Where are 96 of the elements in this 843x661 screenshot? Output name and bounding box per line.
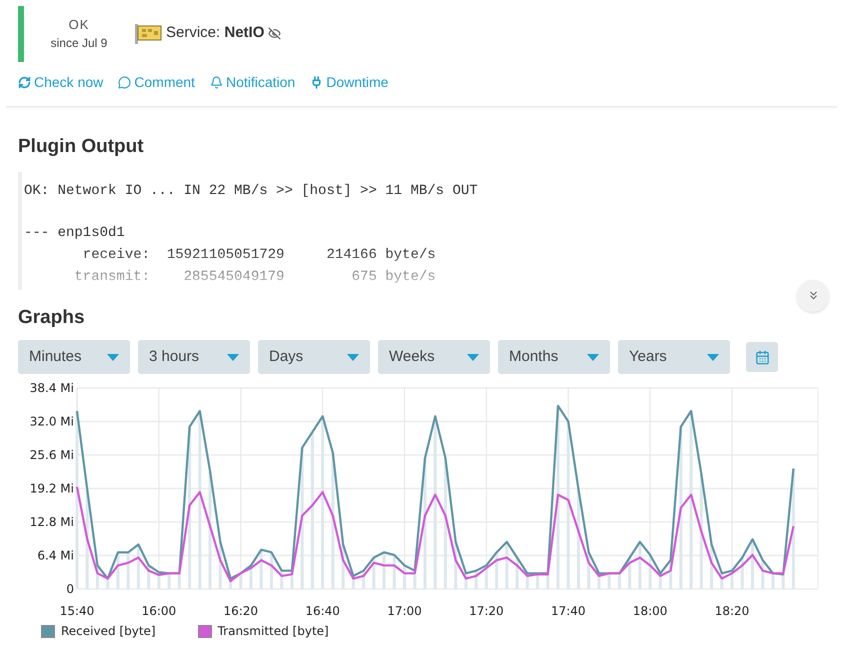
refresh-icon	[18, 76, 31, 88]
output-details: --- enp1s0d1 receive: 15921105051729 214166 byte/s transmit: 285545049179 675 byte/s	[24, 224, 437, 286]
chart-bar	[372, 558, 376, 589]
chart-bar	[157, 572, 160, 589]
x-tick-label: 15:40	[60, 604, 94, 618]
chart-bar	[740, 558, 744, 589]
y-tick-label: 32.0 Mi	[30, 414, 74, 428]
chart-bar	[147, 565, 150, 589]
chart-bar	[710, 544, 714, 589]
chart-bar	[239, 573, 242, 589]
range-dropdown[interactable]: Days	[258, 340, 370, 374]
caret-icon	[707, 354, 719, 360]
x-tick-label: 16:40	[305, 604, 340, 618]
x-tick-label: 17:40	[550, 604, 586, 618]
y-tick-label: 0	[66, 582, 74, 596]
chart-bar	[126, 552, 130, 589]
y-tick-label: 6.4 Mi	[37, 548, 74, 562]
chart-bar	[260, 550, 263, 589]
chart-bar	[96, 565, 99, 589]
range-dropdown[interactable]: Minutes	[18, 340, 130, 374]
chart-bar	[608, 573, 611, 589]
section-heading: Plugin Output	[18, 135, 145, 159]
chart-bar	[342, 544, 345, 589]
chart-bar	[218, 542, 222, 589]
range-dropdown[interactable]: 3 hours	[138, 340, 250, 374]
chart-bar	[290, 570, 294, 589]
legend-label: Received [byte]	[61, 623, 156, 640]
chart-bar	[392, 554, 396, 589]
caret-icon	[587, 354, 599, 360]
x-tick-label: 16:20	[223, 604, 258, 618]
chart-bar	[536, 573, 540, 589]
section-heading: Graphs	[18, 306, 86, 330]
caret-icon	[347, 354, 359, 360]
chart-bar	[495, 552, 498, 589]
chart-bar	[178, 573, 181, 589]
chart-bar	[464, 573, 468, 589]
service-title: Service: NetIO	[166, 23, 264, 44]
chart-bar	[106, 578, 110, 589]
x-tick-label: 18:00	[632, 604, 668, 618]
chart-bar	[751, 539, 754, 589]
chart-bar	[270, 552, 273, 589]
chart-bar	[761, 560, 764, 589]
speech-bubble-icon	[118, 76, 132, 88]
chart-bar	[168, 573, 171, 589]
x-tick-label: 17:20	[469, 604, 504, 618]
caret-icon	[467, 354, 479, 360]
chart-bar	[648, 554, 652, 589]
chart-bar	[597, 573, 600, 589]
chart-bar	[516, 558, 519, 589]
chart-bar	[720, 573, 724, 589]
status-label: OK	[68, 16, 90, 34]
x-tick-label: 16:00	[142, 604, 176, 618]
caret-icon	[107, 354, 119, 360]
chart-bar	[505, 542, 508, 589]
calendar-button[interactable]	[746, 342, 778, 372]
chart-bar	[782, 574, 785, 589]
chart-bar	[669, 560, 672, 589]
chart-bar	[658, 573, 662, 589]
chart-bar	[362, 570, 366, 589]
x-tick-label: 18:20	[714, 604, 750, 618]
chart-bar	[618, 573, 621, 589]
eye-slash-icon	[268, 27, 282, 40]
chart-bar	[454, 542, 458, 589]
chart-bar	[403, 565, 406, 589]
chart-bar	[638, 542, 642, 589]
chart-bar	[628, 558, 632, 589]
network-card-icon	[134, 22, 162, 44]
y-tick-label: 38.4 Mi	[30, 381, 74, 395]
chart-bar	[484, 565, 488, 589]
output-summary: OK: Network IO ... IN 22 MB/s >> [host] >> 11 MB/s OUT	[24, 182, 479, 200]
chart-bar	[474, 570, 478, 589]
chart-bar	[280, 570, 284, 589]
plug-icon	[310, 76, 324, 88]
chart-bar	[116, 552, 120, 589]
x-tick-label: 17:00	[387, 604, 422, 618]
expand-button[interactable]	[797, 280, 829, 312]
chart-bar	[730, 570, 734, 589]
chart-bar	[136, 544, 140, 589]
y-tick-label: 19.2 Mi	[30, 482, 74, 496]
legend-label: Transmitted [byte]	[218, 623, 329, 640]
chart-bar	[352, 576, 355, 589]
bell-icon	[210, 76, 223, 88]
range-dropdown[interactable]: Years	[618, 340, 730, 374]
chart-bar	[382, 552, 386, 589]
y-tick-label: 25.6 Mi	[30, 448, 74, 462]
caret-icon	[227, 354, 239, 360]
chart-bar	[229, 578, 232, 589]
y-tick-label: 12.8 Mi	[30, 515, 74, 529]
chart-bar	[413, 570, 416, 589]
chart-bar	[546, 573, 550, 589]
chart-bar	[587, 552, 590, 589]
calendar-icon	[754, 350, 770, 364]
status-since: since Jul 9	[50, 35, 108, 52]
range-dropdown[interactable]: Months	[498, 340, 610, 374]
range-dropdown[interactable]: Weeks	[378, 340, 490, 374]
chart-bar	[771, 573, 774, 589]
